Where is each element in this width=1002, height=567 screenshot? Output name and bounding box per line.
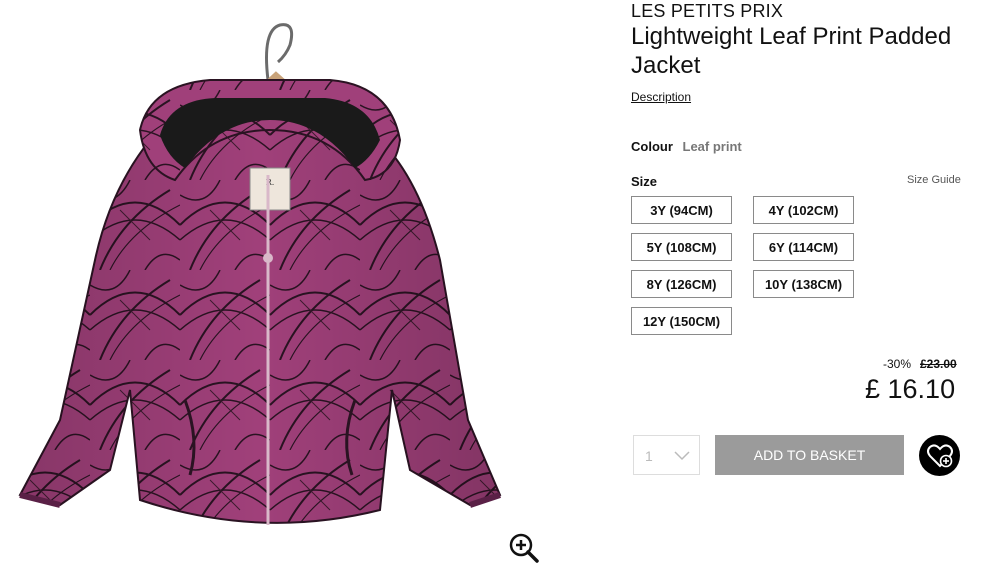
old-price: £23.00 <box>920 357 957 371</box>
size-option-12y[interactable]: 12Y (150CM) <box>631 307 732 335</box>
zoom-in-icon <box>509 533 539 563</box>
size-option-6y[interactable]: 6Y (114CM) <box>753 233 854 261</box>
discount-badge: -30% <box>883 357 912 371</box>
add-to-basket-button[interactable]: ADD TO BASKET <box>715 435 904 475</box>
current-price: £ 16.10 <box>865 374 956 404</box>
size-option-10y[interactable]: 10Y (138CM) <box>753 270 854 298</box>
quantity-value: 1 <box>645 448 653 464</box>
wishlist-button[interactable] <box>919 435 960 476</box>
product-image[interactable]: R. <box>0 0 560 567</box>
product-image-panel: R. <box>0 0 560 567</box>
heart-plus-icon <box>926 443 953 467</box>
zoom-button[interactable] <box>508 532 540 564</box>
chevron-down-icon <box>674 451 690 461</box>
colour-row: Colour Leaf print <box>631 139 742 154</box>
product-title: Lightweight Leaf Print Padded Jacket <box>631 23 952 79</box>
quantity-select[interactable]: 1 <box>633 435 700 475</box>
size-guide-link[interactable]: Size Guide <box>907 174 961 186</box>
size-option-5y[interactable]: 5Y (108CM) <box>631 233 732 261</box>
size-option-3y[interactable]: 3Y (94CM) <box>631 196 732 224</box>
size-option-8y[interactable]: 8Y (126CM) <box>631 270 732 298</box>
colour-label: Colour <box>631 139 673 154</box>
description-link[interactable]: Description <box>631 90 691 104</box>
brand-name: LES PETITS PRIX <box>631 1 784 21</box>
size-option-4y[interactable]: 4Y (102CM) <box>753 196 854 224</box>
colour-value: Leaf print <box>682 139 742 154</box>
size-label: Size <box>631 174 658 189</box>
